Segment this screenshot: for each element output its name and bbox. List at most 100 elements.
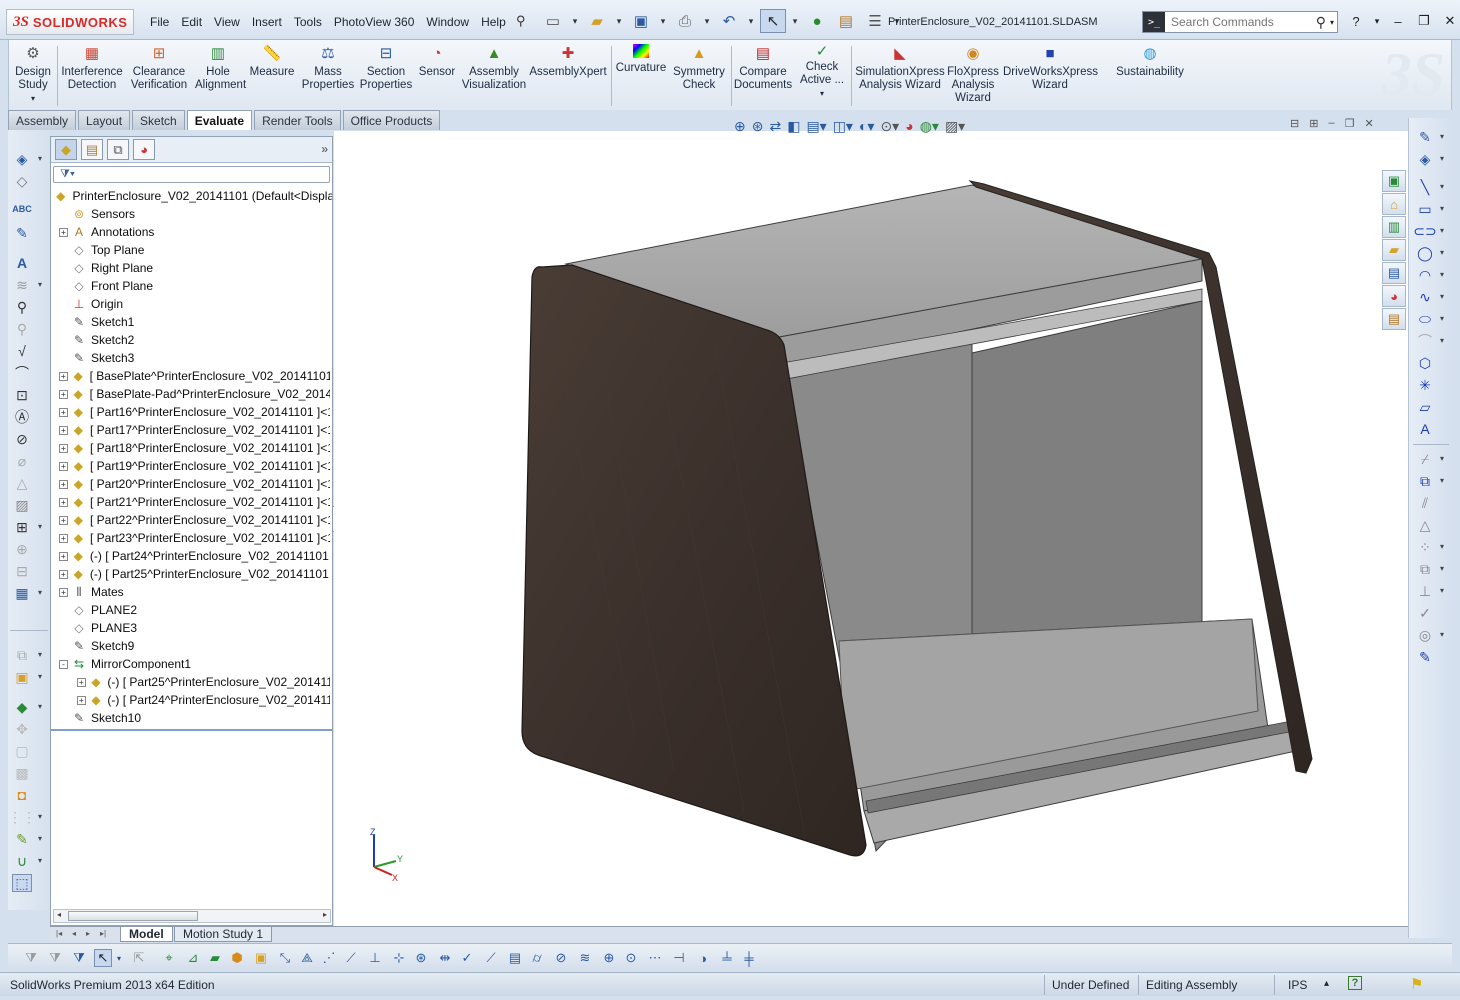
revision-symbol-icon[interactable]: △ [12, 474, 32, 492]
toggle-filter-icon[interactable]: ⧩ [22, 949, 40, 967]
menu-view[interactable]: View [208, 13, 246, 31]
help-icon[interactable]: ? [1346, 12, 1366, 30]
printer-enclosure-model[interactable] [334, 131, 1408, 928]
menu-insert[interactable]: Insert [246, 13, 288, 31]
text-icon[interactable]: A [1415, 420, 1435, 438]
arc-icon[interactable]: ◠ [1415, 266, 1435, 284]
trim-entities-icon[interactable]: ⌿ [1415, 450, 1435, 468]
expand-toggle-icon[interactable]: + [59, 425, 68, 435]
tree-node[interactable]: + ◆ [ Part19^PrinterEnclosure_V02_20141101… [59, 457, 330, 475]
home-icon[interactable]: ⌂ [1382, 193, 1406, 215]
tree-node[interactable]: ◇ PLANE2 [59, 601, 330, 619]
plane-icon[interactable]: ▱ [1415, 398, 1435, 416]
bom-dropdown-icon[interactable]: ▾ [38, 834, 42, 843]
tree-node[interactable]: + ◆ (-) [ Part25^PrinterEnclosure_V02_2014… [59, 565, 330, 583]
tab-evaluate[interactable]: Evaluate [186, 110, 253, 130]
filter-notes-icon[interactable]: ▤ [506, 949, 524, 967]
tree-node[interactable]: - ⇆ MirrorComponent1 [59, 655, 330, 673]
relations-dropdown-icon[interactable]: ▾ [1440, 586, 1444, 595]
tree-node[interactable]: + ◆ [ BasePlate-Pad^PrinterEnclosure_V02_2… [59, 385, 330, 403]
offset-entities-icon[interactable]: ⫽ [1415, 494, 1435, 512]
view-palette-icon[interactable]: ▤ [1382, 262, 1406, 284]
tree-node[interactable]: ✎ Sketch2 [59, 331, 330, 349]
reference-triad[interactable]: Z Y X [364, 827, 414, 887]
tree-node[interactable]: ◇ Top Plane [59, 241, 330, 259]
tab-render-tools[interactable]: Render Tools [254, 110, 341, 130]
filter-surface-bodies-icon[interactable]: ⬢ [228, 949, 246, 967]
expand-toggle-icon[interactable]: + [77, 695, 86, 705]
bill-of-materials-icon[interactable]: ✎ [12, 830, 32, 848]
mate-dropdown-icon[interactable]: ▾ [38, 672, 42, 681]
scroll-left-icon[interactable]: ◂ [57, 910, 61, 919]
insert-component-dropdown-icon[interactable]: ▾ [38, 650, 42, 659]
expand-toggle-icon[interactable]: + [59, 407, 68, 417]
curvature-button[interactable]: Curvature [613, 44, 669, 75]
convert-dropdown-icon[interactable]: ▾ [1440, 476, 1444, 485]
expand-toggle-icon[interactable]: + [59, 389, 68, 399]
tree-node[interactable]: + ◆ [ Part22^PrinterEnclosure_V02_20141101… [59, 511, 330, 529]
solidworks-resources-icon[interactable]: ▣ [1382, 170, 1406, 192]
menu-window[interactable]: Window [420, 13, 475, 31]
block-icon[interactable]: ⊞ [12, 518, 32, 536]
spline-dropdown-icon[interactable]: ▾ [1440, 292, 1444, 301]
tree-node[interactable]: + ◆ (-) [ Part25^PrinterEnclosure_V02_2014… [77, 673, 330, 691]
circle-icon[interactable]: ◯ [1415, 244, 1435, 262]
menu-edit[interactable]: Edit [175, 13, 208, 31]
rapid-sketch-icon[interactable]: ✎ [1415, 648, 1435, 666]
tree-node[interactable]: + ⦀ Mates [59, 583, 330, 601]
mate-icon[interactable]: ▣ [12, 668, 32, 686]
property-manager-tab-icon[interactable]: ▤ [81, 139, 103, 160]
restore-icon[interactable]: ❐ [1414, 12, 1434, 30]
rebuild-traffic-light-icon[interactable]: ● [804, 9, 830, 33]
mass-properties-button[interactable]: ⚖ Mass Properties [301, 44, 355, 92]
tree-horizontal-scrollbar[interactable]: ◂ ▸ [53, 909, 331, 923]
table-dropdown-icon[interactable]: ▾ [38, 588, 42, 597]
filter-cosmetic-threads-icon[interactable]: ≋ [576, 949, 594, 967]
filter-faces-icon[interactable]: ▰ [206, 949, 224, 967]
line-dropdown-icon[interactable]: ▾ [1440, 182, 1444, 191]
scroll-thumb[interactable] [68, 911, 198, 921]
units-menu-icon[interactable]: ▴ [1324, 978, 1329, 989]
filter-connection-points-icon[interactable]: ⊙ [622, 949, 640, 967]
expand-toggle-icon[interactable]: + [59, 443, 68, 453]
spline-icon[interactable]: ∿ [1415, 288, 1435, 306]
clearance-verification-button[interactable]: ⊞ Clearance Verification [127, 44, 191, 92]
next-tab-icon[interactable]: ▸ [86, 929, 90, 938]
new-document-icon[interactable]: ▭ [540, 9, 566, 33]
tree-node[interactable]: + ◆ (-) [ Part24^PrinterEnclosure_V02_2014… [59, 547, 330, 565]
slot-icon[interactable]: ⊂⊃ [1413, 222, 1436, 240]
close-icon[interactable]: ✕ [1440, 12, 1460, 30]
solidworks-logo[interactable]: 3S SOLIDWORKS [6, 9, 134, 35]
filter-components-icon[interactable]: ╪ [740, 949, 758, 967]
smart-dimension-dropdown-icon[interactable]: ▾ [38, 154, 42, 163]
menu-tools[interactable]: Tools [288, 13, 328, 31]
command-prompt-icon[interactable]: >_ [1143, 12, 1165, 32]
tree-node[interactable]: ◇ PLANE3 [59, 619, 330, 637]
tree-node[interactable]: + ◆ [ Part17^PrinterEnclosure_V02_20141101… [59, 421, 330, 439]
convert-entities-icon[interactable]: ⧉ [1415, 472, 1435, 490]
expand-toggle-icon[interactable]: + [59, 497, 68, 507]
scroll-right-icon[interactable]: ▸ [323, 910, 327, 919]
filter-silhouette-edges-icon[interactable]: ╧ [718, 949, 736, 967]
tree-node[interactable]: ◇ Front Plane [59, 277, 330, 295]
check-active-document-button[interactable]: ✓ Check Active ... ▾ [797, 42, 847, 100]
tab-model[interactable]: Model [120, 927, 173, 942]
surface-finish-icon[interactable]: √ [12, 342, 32, 360]
filter-mid-points-icon[interactable]: ⊣ [670, 949, 688, 967]
viewport-split-icon[interactable]: ⊟ [1290, 117, 1299, 130]
quick-tips-icon[interactable]: ? [1348, 976, 1362, 990]
filter-blocks-icon[interactable]: ◑ [694, 949, 712, 967]
expand-toggle-icon[interactable]: + [59, 227, 68, 237]
open-dropdown-icon[interactable]: ▾ [613, 9, 625, 33]
tree-node[interactable]: ◇ Right Plane [59, 259, 330, 277]
filter-vertices-icon[interactable]: ⌖ [160, 949, 178, 967]
auto-balloon-icon[interactable]: ⚲ [12, 320, 32, 338]
pattern-dropdown-icon[interactable]: ▾ [1440, 542, 1444, 551]
viewport-restore-icon[interactable]: ❐ [1345, 117, 1355, 130]
section-properties-button[interactable]: ⊟ Section Properties [359, 44, 413, 92]
open-folder-icon[interactable]: ▰ [584, 9, 610, 33]
filter-sketch-points-icon[interactable]: ⋰ [320, 949, 338, 967]
table-icon[interactable]: ▦ [12, 584, 32, 602]
filter-weld-symbols-icon[interactable]: ⌭ [528, 949, 546, 967]
menu-photoview[interactable]: PhotoView 360 [328, 13, 421, 31]
